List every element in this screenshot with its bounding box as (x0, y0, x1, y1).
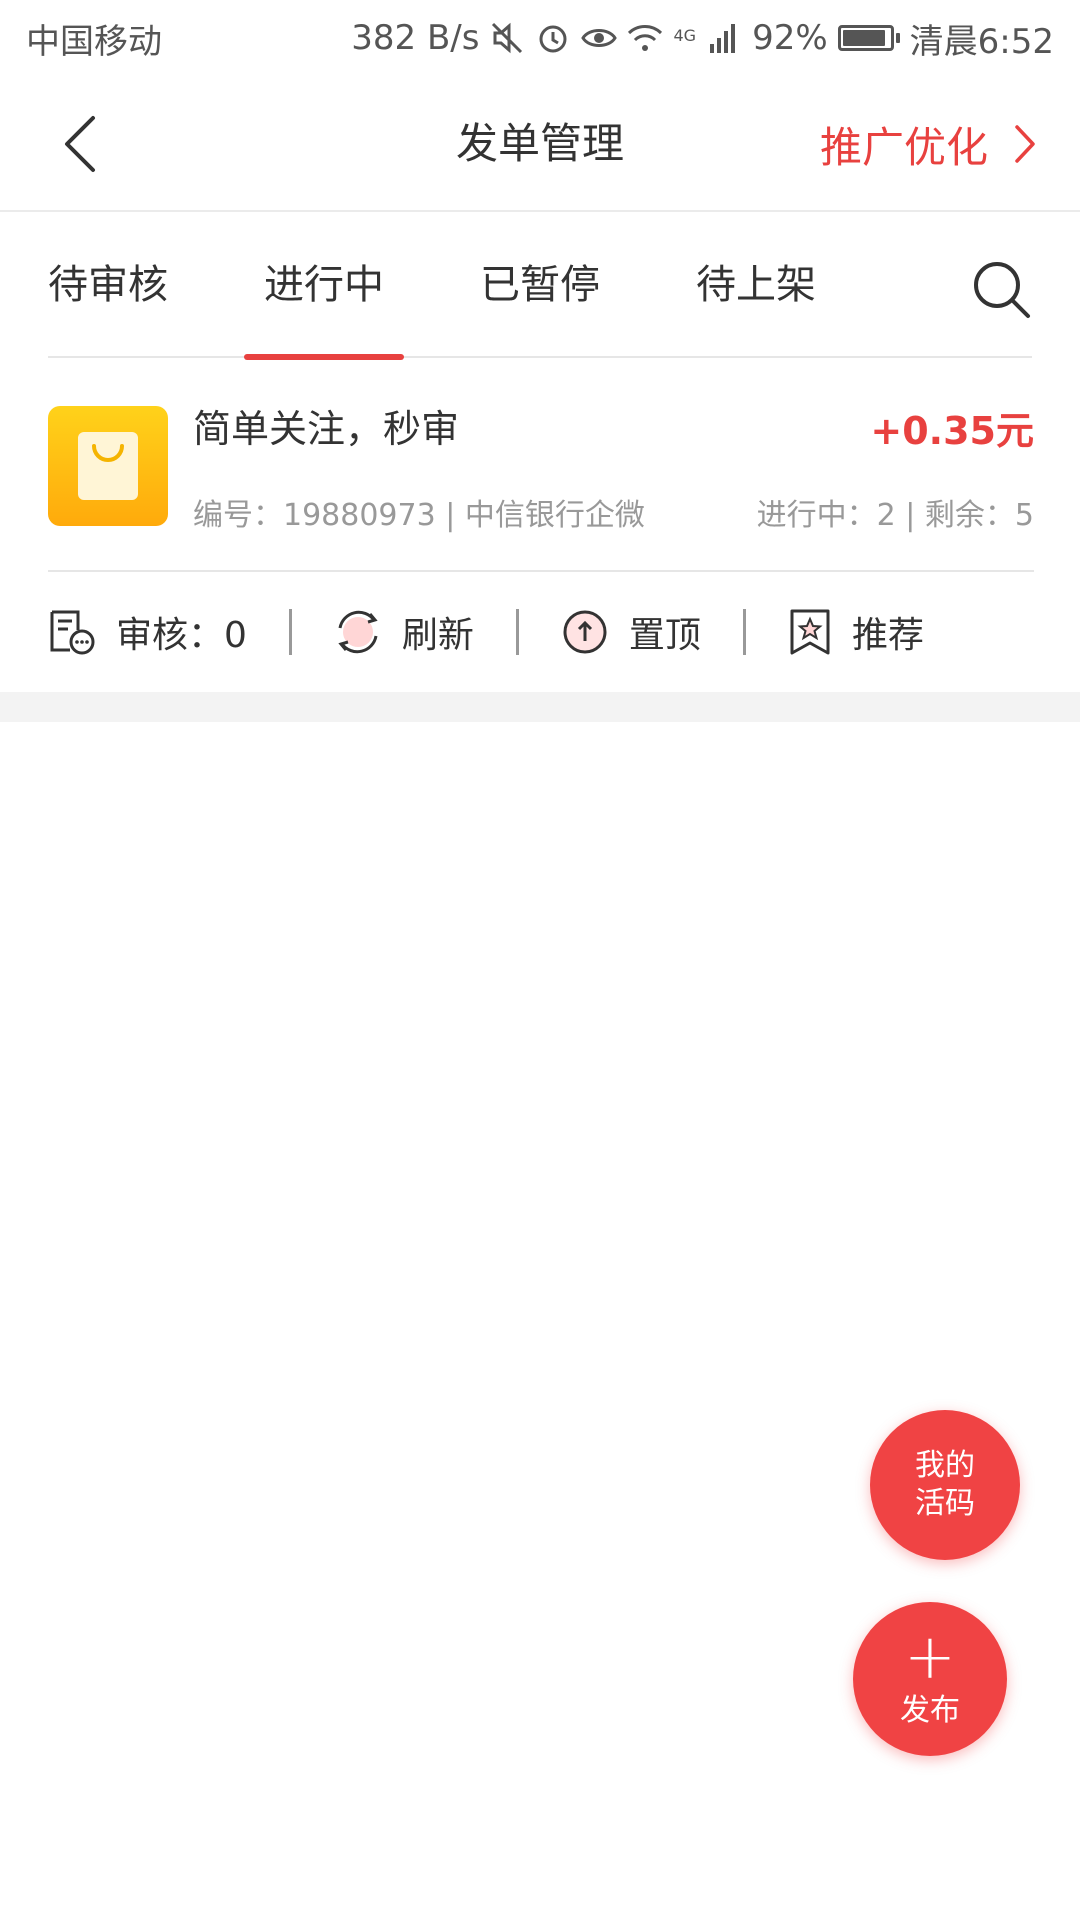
action-divider (515, 609, 519, 655)
order-title: 简单关注，秒审 (193, 407, 460, 451)
promotion-label: 推广优化 (819, 122, 988, 172)
tab-paused[interactable]: 已暂停 (480, 212, 600, 358)
chevron-left-icon (65, 116, 95, 172)
pin-top-icon (563, 610, 607, 654)
battery-percent: 92% (752, 18, 828, 58)
tab-pending-review[interactable]: 待审核 (48, 212, 168, 358)
clock: 清晨6:52 (909, 21, 1054, 62)
publish-label: 发布 (900, 1693, 960, 1728)
action-bar: 审核：0 刷新 置顶 推荐 (48, 572, 1034, 692)
bookmark-star-icon (790, 609, 830, 655)
eye-icon (581, 20, 618, 56)
status-bar: 中国移动 382 B/s 4G 92% 清晨6:52 (0, 0, 1080, 76)
pin-top-button[interactable]: 置顶 (561, 606, 701, 658)
refresh-button[interactable]: 刷新 (334, 606, 474, 658)
plus-icon: + (904, 1620, 956, 1693)
refresh-icon (338, 610, 378, 654)
pin-top-label: 置顶 (628, 615, 701, 656)
order-price: +0.35元 (870, 409, 1034, 453)
alarm-icon (535, 20, 571, 56)
status-tabs: 待审核 进行中 已暂停 待上架 (48, 212, 1032, 360)
chevron-right-icon (1015, 125, 1035, 163)
action-divider (742, 609, 746, 655)
order-meta: 编号：19880973 | 中信银行企微 (193, 498, 645, 533)
order-status: 进行中：2 | 剩余：5 (756, 498, 1034, 533)
review-button[interactable]: 审核：0 (48, 606, 247, 658)
mute-icon (489, 20, 525, 56)
wifi-icon (627, 20, 663, 56)
network-type: 4G (673, 25, 697, 45)
recommend-label: 推荐 (851, 615, 924, 656)
shopping-bag-icon (48, 406, 168, 526)
my-live-code-button[interactable]: 我的 活码 (870, 1410, 1020, 1560)
review-label: 审核：0 (116, 615, 247, 656)
refresh-label: 刷新 (401, 615, 474, 656)
publish-button[interactable]: + 发布 (853, 1602, 1007, 1756)
order-card[interactable]: 简单关注，秒审 +0.35元 编号：19880973 | 中信银行企微 进行中：… (48, 358, 1034, 572)
action-divider (288, 609, 292, 655)
carrier-name: 中国移动 (26, 21, 162, 62)
tab-pending-listing[interactable]: 待上架 (696, 212, 816, 358)
promotion-link[interactable]: 推广优化 (820, 76, 1036, 212)
review-document-icon (50, 610, 95, 655)
search-icon (974, 262, 1030, 318)
live-code-label-line2: 活码 (915, 1486, 975, 1521)
tab-in-progress[interactable]: 进行中 (244, 212, 404, 360)
battery-icon (837, 25, 900, 51)
status-icons: 382 B/s 4G 92% 清晨6:52 (351, 14, 1054, 63)
network-speed: 382 B/s (351, 18, 480, 58)
back-button[interactable] (50, 112, 110, 176)
signal-icon (706, 20, 742, 56)
header: 发单管理 推广优化 (0, 76, 1080, 212)
section-separator (0, 692, 1080, 722)
recommend-button[interactable]: 推荐 (788, 606, 924, 658)
live-code-label-line1: 我的 (915, 1448, 975, 1483)
search-button[interactable] (970, 258, 1032, 320)
